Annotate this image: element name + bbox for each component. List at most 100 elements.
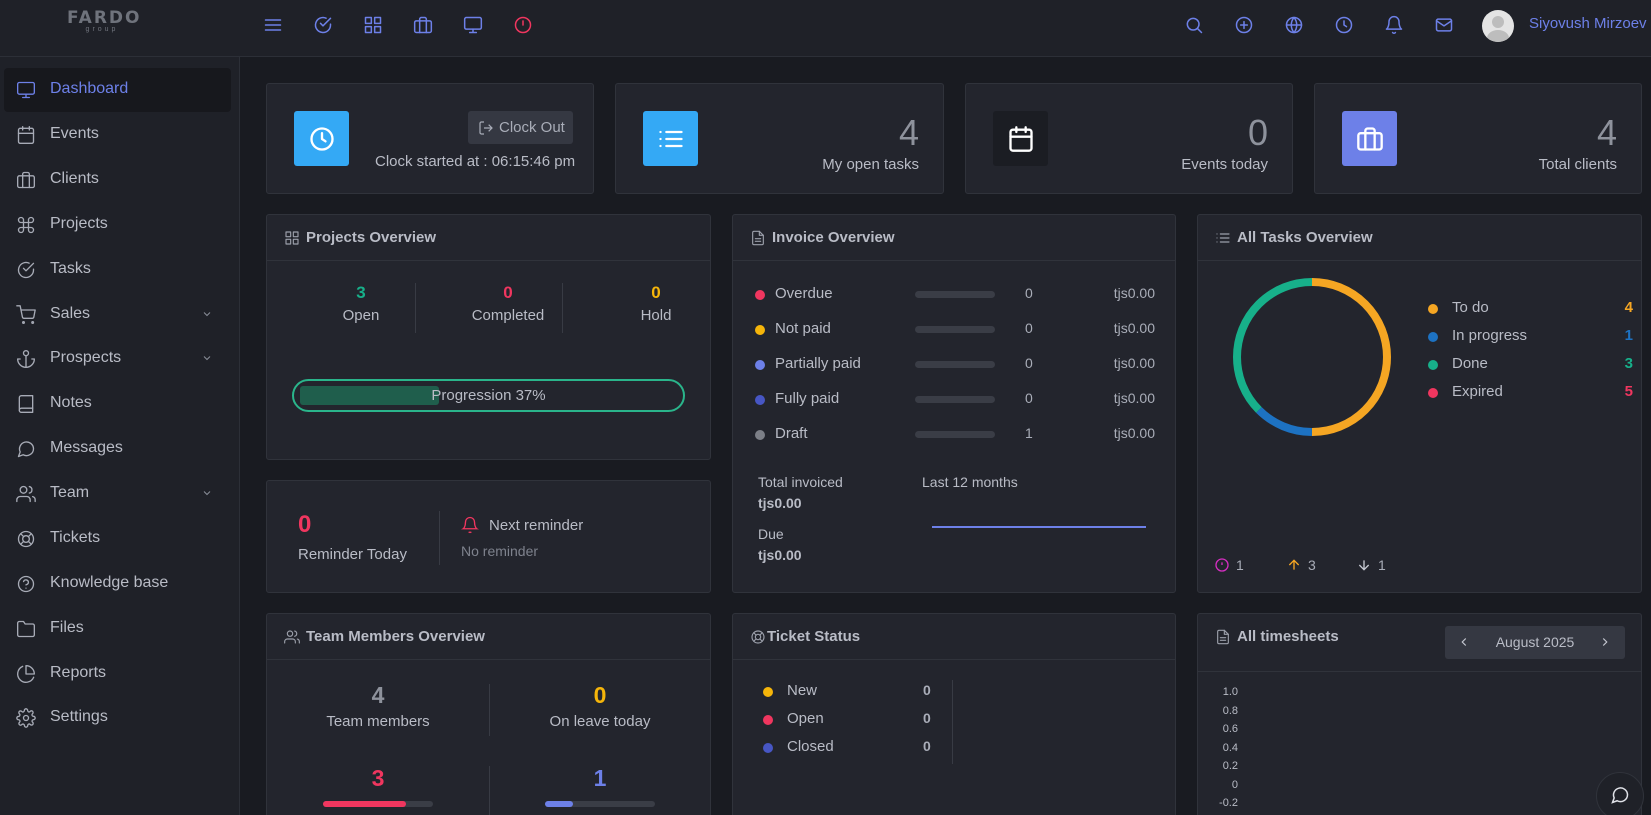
sidebar-item-dashboard[interactable]: Dashboard (4, 68, 231, 112)
clock-out-button[interactable]: Clock Out (468, 111, 573, 144)
events-today-card[interactable]: 0 Events today (965, 83, 1293, 194)
invoice-count: 0 (1025, 390, 1033, 406)
team-stat-a[interactable]: 3 (267, 765, 489, 792)
sidebar-item-clients[interactable]: Clients (4, 158, 231, 202)
next-reminder-label[interactable]: Next reminder (489, 517, 583, 534)
legend-value: 4 (1624, 299, 1633, 316)
projects-overview-card: Projects Overview 3 Open 0 Completed 0 H… (266, 214, 711, 460)
sidebar-item-team[interactable]: Team (4, 472, 231, 516)
projects-open[interactable]: 3 Open (291, 283, 431, 324)
up-count-value: 3 (1308, 557, 1316, 573)
sidebar-item-label: Files (50, 619, 84, 636)
globe-icon[interactable] (1283, 14, 1305, 36)
menu-icon[interactable] (262, 14, 284, 36)
sidebar-item-files[interactable]: Files (4, 607, 231, 651)
clock-started-text: Clock started at : 06:15:46 pm (375, 153, 576, 170)
sidebar-item-projects[interactable]: Projects (4, 203, 231, 247)
chevron-right-icon[interactable] (1598, 635, 1612, 649)
logo[interactable]: FARDO group (67, 8, 142, 33)
team-members-count: 4 (371, 682, 385, 708)
total-invoiced-value: tjs0.00 (758, 495, 802, 511)
sidebar-item-tasks[interactable]: Tasks (4, 248, 231, 292)
due-label: Due (758, 526, 784, 542)
sidebar-item-label: Sales (50, 305, 91, 322)
sidebar-item-label: Settings (50, 708, 108, 725)
legend-label: Expired (1452, 383, 1503, 400)
projects-completed[interactable]: 0 Completed (438, 283, 578, 324)
invoice-row-not-paid[interactable]: Not paid 0 tjs0.00 (755, 320, 1155, 340)
timer-icon[interactable] (512, 14, 534, 36)
logo-name: FARDO (67, 8, 142, 28)
ticket-status-card: Ticket Status New 0 Open 0 Closed 0 (732, 613, 1176, 815)
up-count[interactable]: 3 (1286, 557, 1316, 573)
down-count[interactable]: 1 (1356, 557, 1386, 573)
invoice-label: Fully paid (775, 390, 840, 407)
invoice-row-overdue[interactable]: Overdue 0 tjs0.00 (755, 285, 1155, 305)
total-clients-card[interactable]: 4 Total clients (1314, 83, 1642, 194)
sidebar-item-settings[interactable]: Settings (4, 696, 231, 740)
total-clients-label: Total clients (1538, 156, 1617, 173)
legend-item-done[interactable]: Done 3 (1428, 355, 1633, 375)
card-header: All timesheets August 2025 (1198, 614, 1641, 672)
sidebar-item-messages[interactable]: Messages (4, 427, 231, 471)
y-axis: 1.0 0.8 0.6 0.4 0.2 0 -0.2 (1218, 686, 1238, 815)
team-stat-b[interactable]: 1 (489, 765, 711, 792)
open-tasks-card[interactable]: 4 My open tasks (615, 83, 944, 194)
bell-icon[interactable] (1383, 14, 1405, 36)
ticket-row-open[interactable]: Open 0 (763, 710, 963, 730)
card-header: Invoice Overview (733, 215, 1175, 261)
team-members-stat[interactable]: 4 Team members (267, 682, 489, 730)
legend-item-todo[interactable]: To do 4 (1428, 299, 1633, 319)
sidebar-item-notes[interactable]: Notes (4, 382, 231, 426)
total-invoiced-label: Total invoiced (758, 474, 843, 490)
status-dot (755, 360, 765, 370)
team-stat-a-bar (323, 801, 433, 807)
status-dot (755, 430, 765, 440)
reminder-card: 0 Reminder Today Next reminder No remind… (266, 480, 711, 593)
sidebar-item-knowledge-base[interactable]: Knowledge base (4, 562, 231, 606)
monitor-icon (16, 80, 36, 100)
sidebar-item-events[interactable]: Events (4, 113, 231, 157)
sidebar-item-prospects[interactable]: Prospects (4, 337, 231, 381)
clock-icon[interactable] (1333, 14, 1355, 36)
status-dot (763, 715, 773, 725)
user-name[interactable]: Siyovush Mirzoev (1529, 15, 1647, 32)
grid-icon[interactable] (362, 14, 384, 36)
sidebar-item-tickets[interactable]: Tickets (4, 517, 231, 561)
card-header: Projects Overview (267, 215, 710, 261)
team-stat-a-fill (323, 801, 406, 807)
card-title: All Tasks Overview (1237, 229, 1373, 246)
check-circle-icon[interactable] (312, 14, 334, 36)
message-icon (16, 439, 36, 459)
avatar[interactable] (1482, 10, 1514, 42)
sidebar-item-sales[interactable]: Sales (4, 293, 231, 337)
legend-item-expired[interactable]: Expired 5 (1428, 383, 1633, 403)
ticket-row-new[interactable]: New 0 (763, 682, 963, 702)
sidebar-item-reports[interactable]: Reports (4, 652, 231, 696)
monitor-icon[interactable] (462, 14, 484, 36)
briefcase-icon (1342, 111, 1397, 166)
invoice-amount: tjs0.00 (1113, 355, 1155, 371)
legend-item-in-progress[interactable]: In progress 1 (1428, 327, 1633, 347)
invoice-row-partially-paid[interactable]: Partially paid 0 tjs0.00 (755, 355, 1155, 375)
chat-button[interactable] (1596, 772, 1644, 815)
team-overview-card: Team Members Overview 4 Team members 0 O… (266, 613, 711, 815)
plus-circle-icon[interactable] (1233, 14, 1255, 36)
priority-count[interactable]: 1 (1214, 557, 1244, 573)
invoice-bar (915, 431, 995, 438)
briefcase-icon[interactable] (412, 14, 434, 36)
sidebar-item-label: Prospects (50, 349, 122, 366)
card-title: Projects Overview (306, 229, 437, 246)
projects-hold[interactable]: 0 Hold (586, 283, 726, 324)
ticket-row-closed[interactable]: Closed 0 (763, 738, 963, 758)
projects-open-count: 3 (356, 283, 366, 302)
sidebar-item-label: Projects (50, 215, 108, 232)
invoice-row-draft[interactable]: Draft 1 tjs0.00 (755, 425, 1155, 445)
search-icon[interactable] (1183, 14, 1205, 36)
invoice-count: 0 (1025, 285, 1033, 301)
mail-icon[interactable] (1433, 14, 1455, 36)
y-tick: 1.0 (1222, 686, 1238, 698)
invoice-row-fully-paid[interactable]: Fully paid 0 tjs0.00 (755, 390, 1155, 410)
divider (415, 283, 416, 333)
on-leave-stat[interactable]: 0 On leave today (489, 682, 711, 730)
